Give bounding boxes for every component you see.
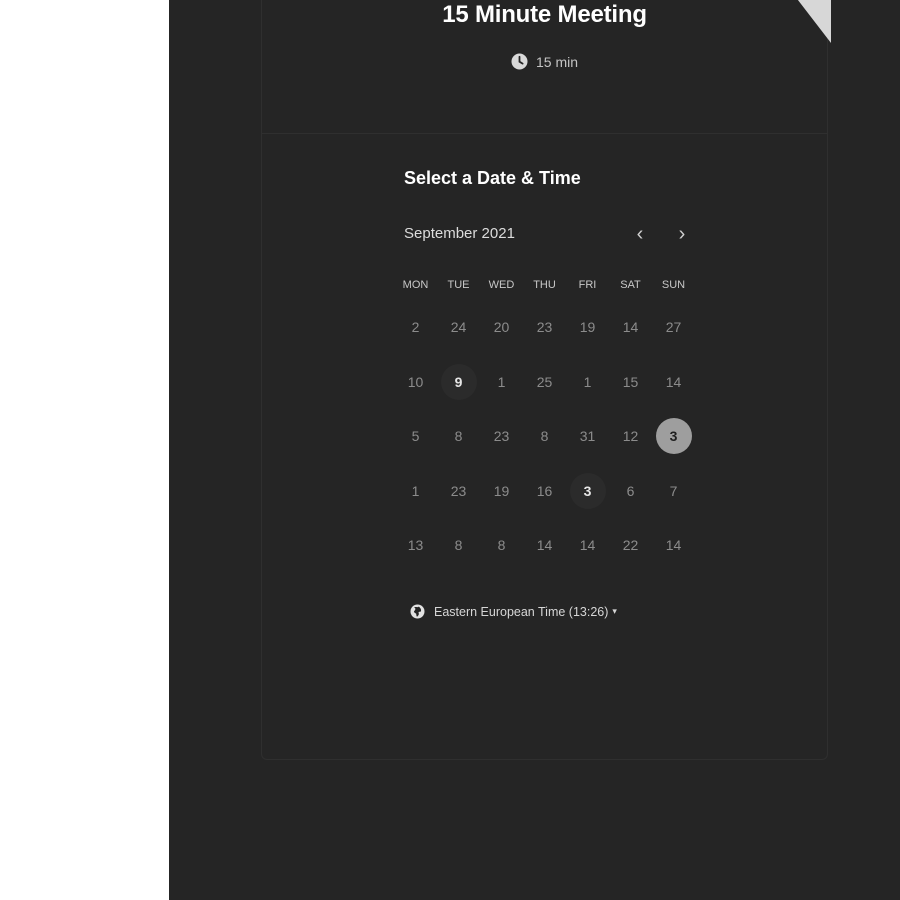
calendar-day: 14 [622,319,639,336]
calendar-day: 14 [579,537,596,554]
calendar-day: 15 [622,373,639,390]
calendar-day: 8 [540,428,549,445]
calendar-day: 1 [497,373,506,390]
globe-icon [410,604,425,619]
calendar-week-row: 1 23 19 16 3 6 7 [394,464,696,519]
calendar-day: 8 [454,537,463,554]
caret-down-icon: ▾ [612,606,617,616]
next-month-button[interactable]: › [671,222,693,246]
previous-month-button[interactable]: ‹ [629,222,651,246]
calendar-day: 14 [536,537,553,554]
calendar-day: 16 [536,482,553,499]
calendar-week-row: 5 8 23 8 31 12 3 [394,409,696,464]
event-title: 15 Minute Meeting [442,1,647,28]
weekday-label: FRI [578,279,597,291]
calendar-day: 23 [536,319,553,336]
weekday-label: TUE [447,279,470,291]
calendar-day: 25 [536,373,553,390]
calendar-day: 19 [579,319,596,336]
corner-ribbon-badge [797,0,831,43]
calendar-day: 1 [411,482,420,499]
calendar-day: 31 [579,428,596,445]
blank-left-area [0,0,169,900]
calendar-day: 27 [665,319,682,336]
weekday-label: WED [488,279,515,291]
calendar-week-row: 2 24 20 23 19 14 27 [394,300,696,355]
calendar-weeks: 2 24 20 23 19 14 27 10 9 1 25 1 15 14 5 8 23 8 31 12 3 1 23 19 1… [394,300,696,573]
month-label: September 2021 [404,225,515,242]
clock-icon [511,53,528,70]
event-duration: 15 min [262,53,827,70]
duration-label: 15 min [535,53,579,70]
weekday-label: MON [402,279,429,291]
calendar-day-available[interactable]: 9 [440,363,477,400]
calendar-day: 6 [626,482,635,499]
chevron-right-icon: › [678,223,686,245]
calendar-day: 22 [622,537,639,554]
calendar-day: 14 [665,373,682,390]
calendar-week-row: 13 8 8 14 14 22 14 [394,518,696,573]
calendar-day: 23 [493,428,510,445]
timezone-label: Eastern European Time (13:26) [434,604,609,619]
calendar-day: 23 [450,482,467,499]
weekday-header-row: MON TUE WED THU FRI SAT SUN [394,270,696,300]
calendar-day: 8 [497,537,506,554]
calendar-day: 2 [411,319,420,336]
calendar-day: 12 [622,428,639,445]
calendar-day: 24 [450,319,467,336]
calendar-day: 19 [493,482,510,499]
calendar-day: 20 [493,319,510,336]
timezone-selector[interactable]: Eastern European Time (13:26) ▾ [410,604,617,619]
calendar-day-selected[interactable]: 3 [655,418,692,455]
event-header: 15 Minute Meeting 15 min [262,0,827,134]
calendar-day: 13 [407,537,424,554]
calendar-week-row: 10 9 1 25 1 15 14 [394,355,696,410]
calendar-grid: MON TUE WED THU FRI SAT SUN 2 24 20 23 19 14 27 10 9 1 2… [394,270,696,573]
weekday-label: SAT [620,279,641,291]
calendar-day: 14 [665,537,682,554]
weekday-label: SUN [661,279,686,291]
calendar-day: 5 [411,428,420,445]
chevron-left-icon: ‹ [636,223,644,245]
calendar-day: 1 [583,373,592,390]
calendar-day: 10 [407,373,424,390]
calendar-day: 8 [454,428,463,445]
section-title: Select a Date & Time [404,168,581,188]
calendar-day-available[interactable]: 3 [569,472,606,509]
weekday-label: THU [533,279,556,291]
calendar-day: 7 [669,482,678,499]
